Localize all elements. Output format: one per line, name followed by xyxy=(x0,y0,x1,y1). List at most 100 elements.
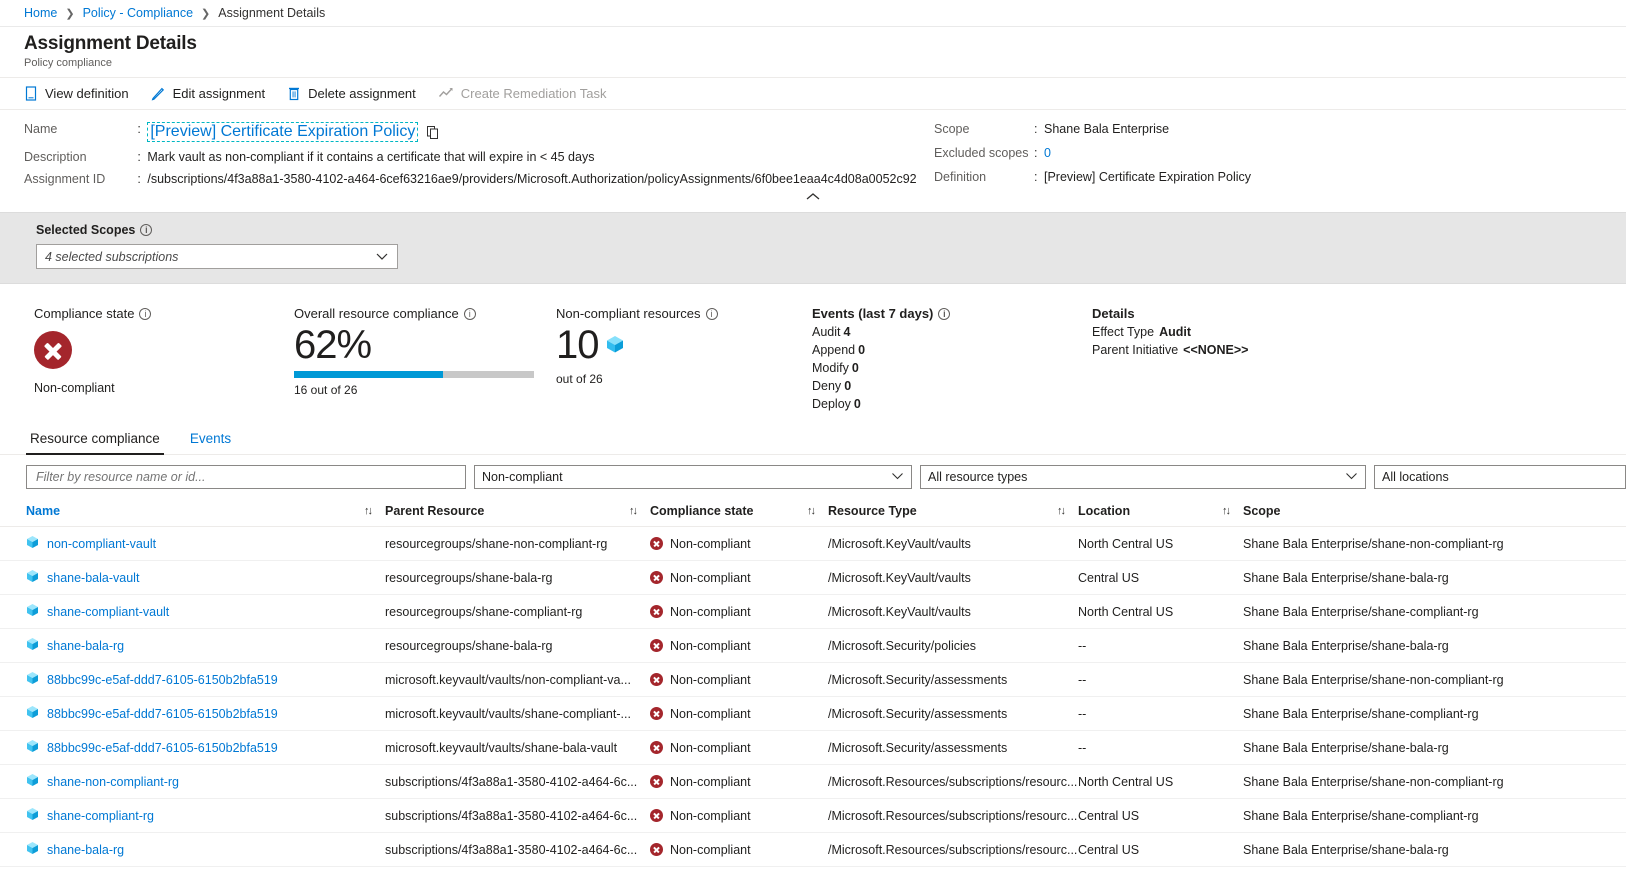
name-label: Name xyxy=(24,122,120,136)
assignment-detail-fields: Name : [Preview] Certificate Expiration … xyxy=(0,110,1626,190)
excluded-scopes-value[interactable]: 0 xyxy=(1044,146,1251,160)
info-icon[interactable]: i xyxy=(464,308,476,320)
table-row[interactable]: shane-compliant-vault resourcegroups/shan… xyxy=(0,595,1626,629)
resource-cube-icon xyxy=(26,671,39,688)
cell-parent-resource: microsoft.keyvault/vaults/shane-bala-vau… xyxy=(385,731,650,765)
resource-name-link[interactable]: shane-bala-vault xyxy=(47,571,139,585)
compliance-state-inner: Non-compliant xyxy=(650,741,828,755)
cell-name: shane-bala-rg xyxy=(0,629,385,663)
search-input[interactable] xyxy=(34,469,458,485)
info-icon[interactable]: i xyxy=(706,308,718,320)
column-header-label: Scope xyxy=(1243,504,1281,518)
view-definition-label: View definition xyxy=(45,86,129,101)
cell-name: 88bbc99c-e5af-ddd7-6105-6150b2bfa519 xyxy=(0,697,385,731)
resource-name-link[interactable]: 88bbc99c-e5af-ddd7-6105-6150b2bfa519 xyxy=(47,741,278,755)
table-row[interactable]: shane-bala-vaultresourcegroups/shane-bal… xyxy=(0,561,1626,595)
cell-compliance-state: Non-compliant xyxy=(650,765,828,799)
table-row[interactable]: non-compliant-vault resourcegroups/shane-… xyxy=(0,527,1626,561)
non-compliant-error-icon xyxy=(650,843,663,856)
compliance-progress-fill xyxy=(294,371,443,378)
column-header-scope[interactable]: Scope xyxy=(1243,501,1626,527)
colon: : xyxy=(1034,146,1044,160)
table-row[interactable]: 88bbc99c-e5af-ddd7-6105-6150b2bfa519 micr… xyxy=(0,663,1626,697)
column-header-parent-resource[interactable]: Parent Resource↑↓ xyxy=(385,501,650,527)
cell-parent-resource: resourcegroups/shane-non-compliant-rg xyxy=(385,527,650,561)
table-row[interactable]: 88bbc99c-e5af-ddd7-6105-6150b2bfa519 micr… xyxy=(0,697,1626,731)
resource-name-link[interactable]: 88bbc99c-e5af-ddd7-6105-6150b2bfa519 xyxy=(47,707,278,721)
view-definition-button[interactable]: View definition xyxy=(24,86,129,101)
non-compliant-error-icon xyxy=(650,639,663,652)
assignment-name-value[interactable]: [Preview] Certificate Expiration Policy xyxy=(147,122,418,142)
table-row[interactable]: shane-compliant-rgsubscriptions/4f3a88a1… xyxy=(0,799,1626,833)
detail-row-parent-initiative: Parent Initiative<<NONE>> xyxy=(1092,343,1392,357)
scope-label: Scope xyxy=(934,122,1034,136)
table-row[interactable]: shane-bala-rgresourcegroups/shane-bala-r… xyxy=(0,629,1626,663)
column-header-name[interactable]: Name↑↓ xyxy=(0,501,385,527)
column-header-compliance-state[interactable]: Compliance state↑↓ xyxy=(650,501,828,527)
resource-name-link[interactable]: non-compliant-vault xyxy=(47,537,156,551)
resource-cube-icon xyxy=(26,807,39,824)
sort-arrows-icon[interactable]: ↑↓ xyxy=(1057,505,1064,517)
non-compliant-resources-title: Non-compliant resources xyxy=(556,306,701,321)
compliance-state-text: Non-compliant xyxy=(670,571,751,585)
info-icon[interactable]: i xyxy=(140,224,152,236)
non-compliant-error-icon xyxy=(650,741,663,754)
resource-name-link[interactable]: shane-compliant-vault xyxy=(47,605,169,619)
resource-name-link[interactable]: shane-compliant-rg xyxy=(47,809,154,823)
resource-name-link[interactable]: shane-non-compliant-rg xyxy=(47,775,179,789)
compliance-state-inner: Non-compliant xyxy=(650,775,828,789)
info-icon[interactable]: i xyxy=(938,308,950,320)
cell-parent-resource: resourcegroups/shane-compliant-rg xyxy=(385,595,650,629)
compliance-progress-bar xyxy=(294,371,534,378)
resource-name-link[interactable]: shane-bala-rg xyxy=(47,843,124,857)
sort-arrows-icon[interactable]: ↑↓ xyxy=(629,505,636,517)
detail-value: Audit xyxy=(1159,325,1191,339)
cell-parent-resource: microsoft.keyvault/vaults/shane-complian… xyxy=(385,697,650,731)
breadcrumb-policy-compliance[interactable]: Policy - Compliance xyxy=(83,6,193,20)
column-header-inner: Location↑↓ xyxy=(1078,504,1243,518)
cell-compliance-state: Non-compliant xyxy=(650,799,828,833)
cell-resource-type: /Microsoft.KeyVault/vaults xyxy=(828,561,1078,595)
column-header-location[interactable]: Location↑↓ xyxy=(1078,501,1243,527)
sort-arrows-icon[interactable]: ↑↓ xyxy=(807,505,814,517)
cell-scope: Shane Bala Enterprise/shane-bala-rg xyxy=(1243,561,1626,595)
column-header-resource-type[interactable]: Resource Type↑↓ xyxy=(828,501,1078,527)
cell-parent-resource: microsoft.keyvault/vaults/non-compliant-… xyxy=(385,663,650,697)
non-compliant-resources-title-row: Non-compliant resources i xyxy=(556,306,812,321)
info-icon[interactable]: i xyxy=(139,308,151,320)
collapse-details-chevron-up-icon[interactable] xyxy=(805,191,821,204)
table-row[interactable]: 88bbc99c-e5af-ddd7-6105-6150b2bfa519 micr… xyxy=(0,731,1626,765)
sort-arrows-icon[interactable]: ↑↓ xyxy=(1222,505,1229,517)
cell-compliance-state: Non-compliant xyxy=(650,561,828,595)
resource-name-link[interactable]: 88bbc99c-e5af-ddd7-6105-6150b2bfa519 xyxy=(47,673,278,687)
name-cell-inner: shane-compliant-vault xyxy=(0,603,385,620)
name-cell-inner: non-compliant-vault xyxy=(0,535,385,552)
location-filter[interactable]: All locations xyxy=(1374,465,1626,489)
name-cell-inner: shane-non-compliant-rg xyxy=(0,773,385,790)
non-compliant-error-icon xyxy=(650,809,663,822)
breadcrumb-home[interactable]: Home xyxy=(24,6,57,20)
resource-type-filter-value: All resource types xyxy=(928,470,1027,484)
colon: : xyxy=(137,172,147,186)
event-label: Append xyxy=(812,343,855,357)
cell-compliance-state: Non-compliant xyxy=(650,595,828,629)
copy-icon[interactable] xyxy=(426,125,440,140)
tab-resource-compliance[interactable]: Resource compliance xyxy=(26,427,164,454)
compliance-state-filter[interactable]: Non-compliant xyxy=(474,465,912,489)
selected-scopes-dropdown[interactable]: 4 selected subscriptions xyxy=(36,244,398,269)
cell-resource-type: /Microsoft.Resources/subscriptions/resou… xyxy=(828,765,1078,799)
event-label: Deny xyxy=(812,379,841,393)
cell-scope: Shane Bala Enterprise/shane-compliant-rg xyxy=(1243,799,1626,833)
tab-events[interactable]: Events xyxy=(186,427,235,454)
sort-arrows-icon[interactable]: ↑↓ xyxy=(364,505,371,517)
edit-assignment-button[interactable]: Edit assignment xyxy=(151,86,266,101)
selected-scopes-value: 4 selected subscriptions xyxy=(45,250,178,264)
resource-name-link[interactable]: shane-bala-rg xyxy=(47,639,124,653)
compliance-state-title: Compliance state xyxy=(34,306,134,321)
table-row[interactable]: shane-non-compliant-rgsubscriptions/4f3a… xyxy=(0,765,1626,799)
resource-search-field[interactable] xyxy=(26,465,466,489)
delete-assignment-button[interactable]: Delete assignment xyxy=(287,86,416,101)
resource-type-filter[interactable]: All resource types xyxy=(920,465,1366,489)
table-row[interactable]: shane-bala-rgsubscriptions/4f3a88a1-3580… xyxy=(0,833,1626,867)
event-row-deploy: Deploy0 xyxy=(812,397,1092,411)
